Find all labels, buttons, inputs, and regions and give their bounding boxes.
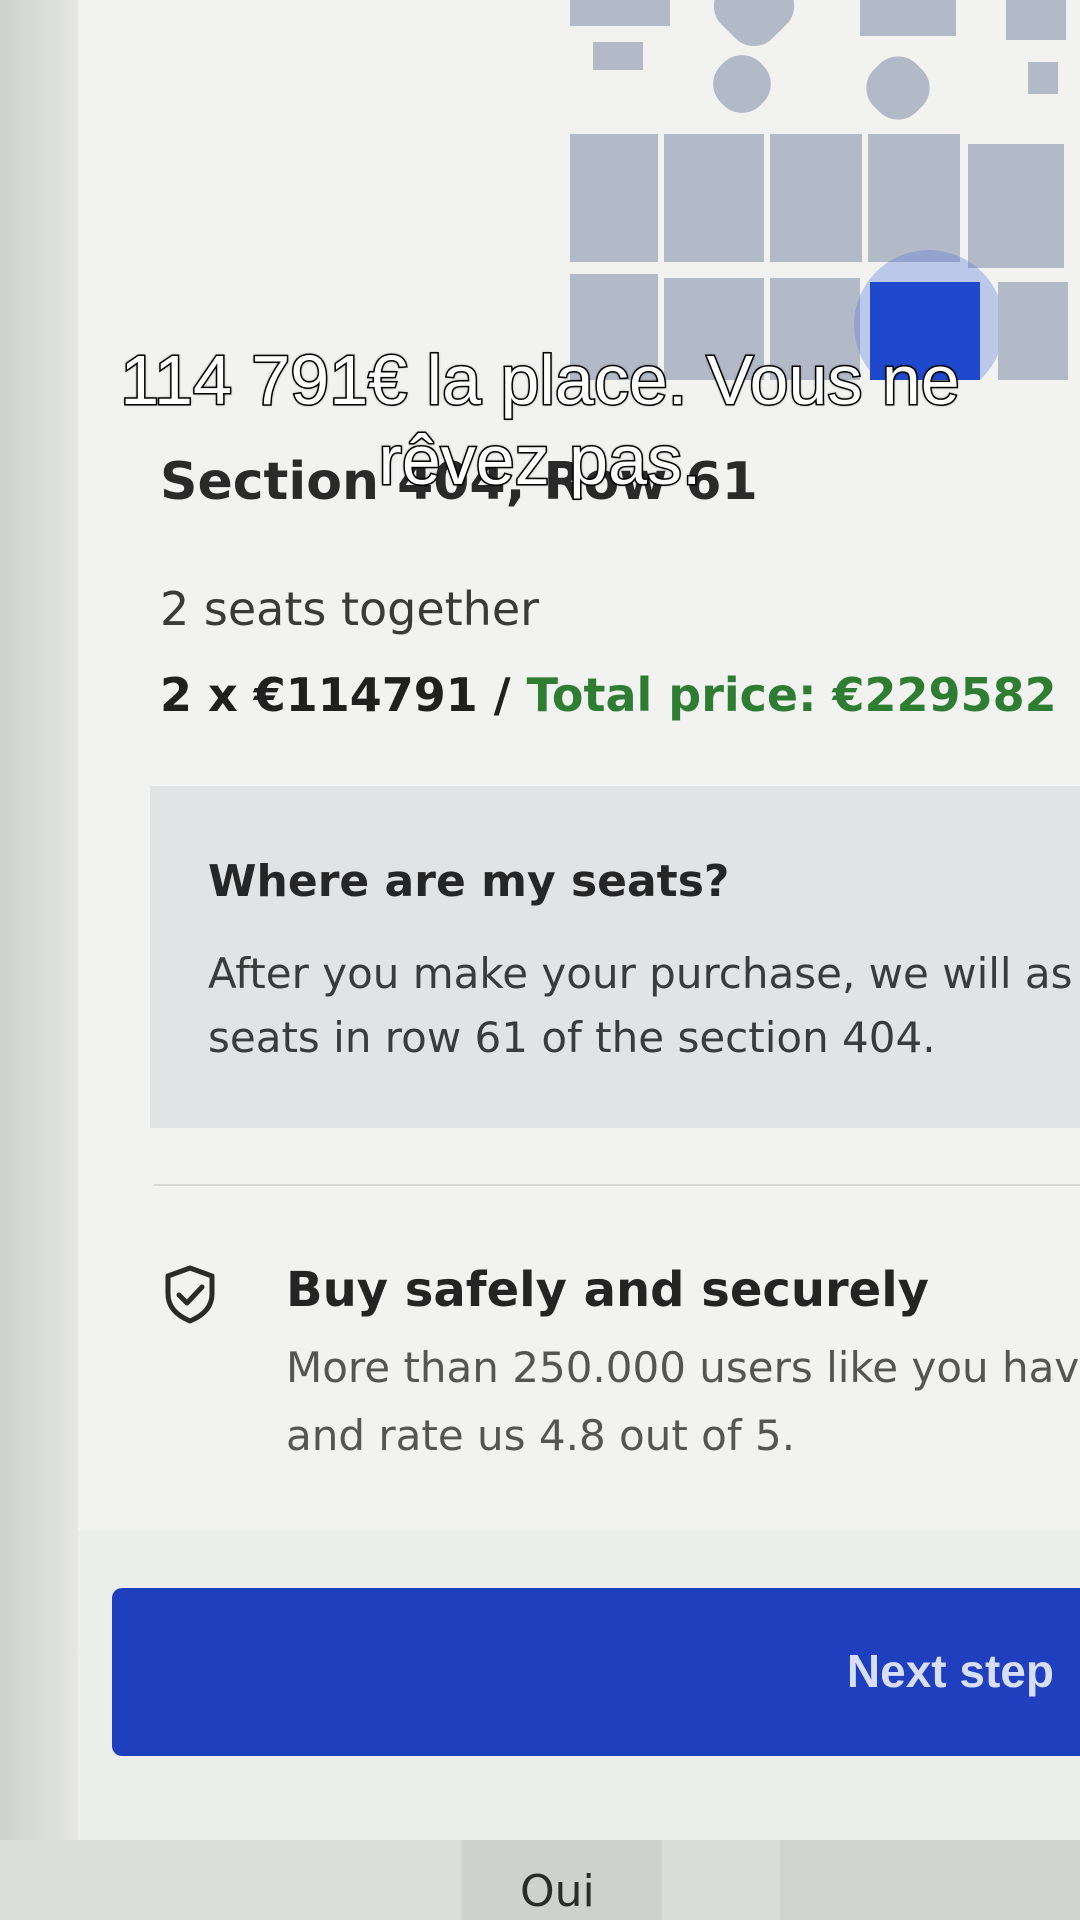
secure-body: More than 250.000 users like you have an… (286, 1334, 1080, 1470)
seat-map[interactable] (78, 0, 1080, 380)
seat-block (570, 0, 670, 26)
seats-info-box: Where are my seats? After you make your … (150, 786, 1080, 1128)
seat-block (570, 134, 658, 262)
seat-block (868, 134, 960, 262)
monitor-bezel (0, 0, 78, 1840)
seat-marker (855, 45, 941, 131)
secure-body-line: More than 250.000 users like you have (286, 1343, 1080, 1392)
info-box-line: After you make your purchase, we will as (208, 949, 1073, 998)
info-box-body: After you make your purchase, we will as… (208, 942, 1080, 1070)
oui-tab[interactable]: Oui (462, 1840, 662, 1920)
seat-block (664, 134, 764, 262)
video-caption: 114 791€ la place. Vous ne rêvez pas. (119, 340, 961, 501)
bottom-bar-segment (780, 1840, 1080, 1920)
seat-block (770, 134, 862, 262)
secure-body-line: and rate us 4.8 out of 5. (286, 1411, 796, 1460)
unit-price: 2 x €114791 / (160, 668, 527, 722)
info-box-title: Where are my seats? (208, 856, 730, 907)
bottom-bar: Oui (0, 1840, 1080, 1920)
seat-marker (703, 0, 805, 57)
seat-block (1006, 0, 1066, 40)
bottom-bar-segment (0, 1840, 460, 1920)
secure-title: Buy safely and securely (286, 1262, 929, 1318)
seat-block (1028, 62, 1058, 94)
divider (154, 1184, 1080, 1186)
browser-screen: Section 404, Row 61 2 seats together 2 x… (78, 0, 1080, 1840)
seats-count-text: 2 seats together (160, 582, 540, 636)
price-line: 2 x €114791 / Total price: €229582 (160, 668, 1057, 722)
seat-block (860, 0, 956, 36)
next-step-button[interactable]: Next step (112, 1588, 1080, 1756)
info-box-line: seats in row 61 of the section 404. (208, 1013, 936, 1062)
next-step-label: Next step (846, 1645, 1054, 1697)
seat-block (593, 42, 643, 70)
seat-marker (702, 44, 782, 124)
oui-tab-label: Oui (520, 1866, 595, 1917)
seat-block (968, 144, 1064, 268)
shield-check-icon (162, 1264, 218, 1324)
total-price: Total price: €229582 (526, 668, 1057, 722)
